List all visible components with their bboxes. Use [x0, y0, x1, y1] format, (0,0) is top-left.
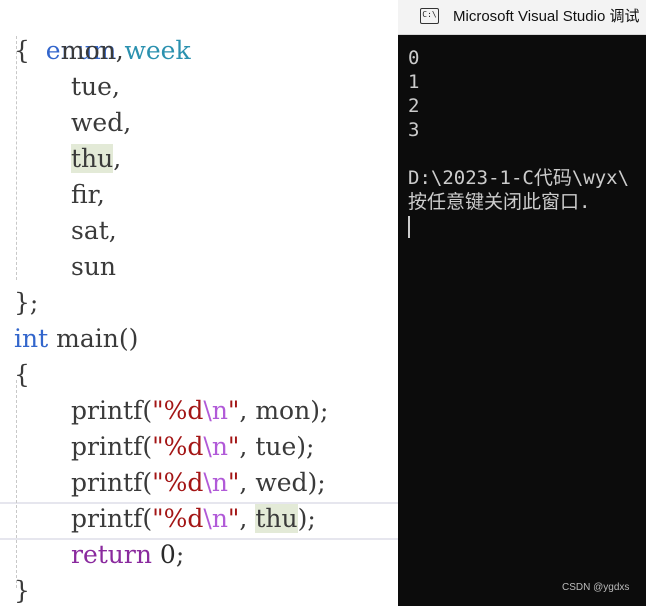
code-line-sat[interactable]: sat, — [14, 213, 117, 249]
code-editor[interactable]: enum week { mon, tue, wed, thu, fir, sat,… — [0, 0, 398, 606]
string-quote: " — [227, 504, 240, 533]
enum-member: mon, — [60, 36, 124, 65]
format-spec: %d — [163, 396, 204, 425]
string-quote: " — [152, 504, 164, 533]
format-spec: %d — [163, 432, 204, 461]
exit-path-line: D:\2023-1-C代码\wyx\ — [408, 167, 630, 189]
output-line: 1 — [408, 71, 420, 93]
stmt-end: ); — [297, 504, 316, 533]
printf-arg: wed — [255, 468, 308, 497]
comma: , — [239, 504, 256, 533]
code-line-printf[interactable]: printf("%d\n", wed); — [14, 465, 326, 501]
code-line-open-body[interactable]: { — [14, 357, 30, 393]
printf-call: printf — [71, 432, 143, 461]
code-line-thu[interactable]: thu, — [14, 141, 121, 177]
escape-seq: \n — [203, 504, 228, 533]
string-quote: " — [227, 432, 240, 461]
printf-arg-highlighted: thu — [255, 504, 298, 533]
enum-member: fir, — [71, 180, 105, 209]
printf-call: printf — [71, 396, 143, 425]
format-spec: %d — [163, 504, 204, 533]
keyword-int: int — [14, 324, 49, 353]
printf-call: printf — [71, 468, 143, 497]
enum-member-highlighted: thu — [71, 144, 114, 173]
press-key-line: 按任意键关闭此窗口. — [408, 191, 602, 213]
comma: , — [239, 468, 256, 497]
paren: ( — [142, 504, 153, 533]
code-line-return[interactable]: return 0; — [14, 537, 184, 573]
paren: ( — [142, 432, 153, 461]
string-quote: " — [152, 468, 164, 497]
stmt-end: ); — [296, 432, 315, 461]
code-line-tue[interactable]: tue, — [14, 69, 120, 105]
watermark: CSDN @ygdxs — [562, 582, 630, 593]
console-app-icon: C:\ — [420, 8, 439, 24]
function-name-main: main — [56, 324, 119, 353]
code-line-printf[interactable]: printf("%d\n", mon); — [14, 393, 328, 429]
body-close-brace: } — [14, 576, 30, 605]
string-quote: " — [152, 396, 164, 425]
printf-call: printf — [71, 504, 143, 533]
printf-arg: mon — [255, 396, 311, 425]
enum-member: sun — [71, 252, 117, 281]
escape-seq: \n — [203, 432, 228, 461]
string-quote: " — [152, 432, 164, 461]
printf-arg: tue — [255, 432, 297, 461]
paren: ( — [142, 396, 153, 425]
console-cursor — [408, 216, 410, 238]
output-line: 0 — [408, 47, 420, 69]
code-line-mon[interactable]: { mon, — [14, 33, 124, 69]
code-line-fir[interactable]: fir, — [14, 177, 105, 213]
close-enum: }; — [14, 288, 39, 317]
output-line: 2 — [408, 95, 420, 117]
enum-member: sat, — [71, 216, 117, 245]
code-line-printf[interactable]: printf("%d\n", tue); — [14, 429, 314, 465]
open-brace: { — [14, 36, 30, 65]
comma: , — [239, 432, 256, 461]
code-line-printf-current[interactable]: printf("%d\n", thu); — [14, 501, 316, 537]
keyword-return: return — [71, 540, 152, 569]
code-line-main[interactable]: int main() — [14, 321, 138, 357]
code-line-close-body[interactable]: } — [14, 573, 30, 609]
enum-member: tue, — [71, 72, 120, 101]
console-title-bar[interactable]: C:\ Microsoft Visual Studio 调试 — [398, 0, 646, 35]
escape-seq: \n — [203, 468, 228, 497]
code-line-close-enum[interactable]: }; — [14, 285, 38, 321]
console-title: Microsoft Visual Studio 调试 — [453, 8, 640, 25]
enum-member: wed, — [71, 108, 132, 137]
paren: ( — [142, 468, 153, 497]
code-line-wed[interactable]: wed, — [14, 105, 131, 141]
enum-name: week — [124, 36, 191, 65]
code-line-sun[interactable]: sun — [14, 249, 116, 285]
string-quote: " — [227, 396, 240, 425]
body-open-brace: { — [14, 360, 30, 389]
format-spec: %d — [163, 468, 204, 497]
escape-seq: \n — [203, 396, 228, 425]
stmt-end: ); — [310, 396, 329, 425]
semicolon: ; — [175, 540, 185, 569]
console-window[interactable]: C:\ Microsoft Visual Studio 调试 0 1 2 3 D… — [398, 0, 646, 606]
stmt-end: ); — [307, 468, 326, 497]
return-value: 0 — [159, 540, 176, 569]
comma: , — [113, 144, 122, 173]
comma: , — [239, 396, 256, 425]
string-quote: " — [227, 468, 240, 497]
code-line-enum[interactable]: enum week — [14, 0, 191, 65]
main-parens: () — [118, 324, 139, 353]
output-line: 3 — [408, 119, 420, 141]
